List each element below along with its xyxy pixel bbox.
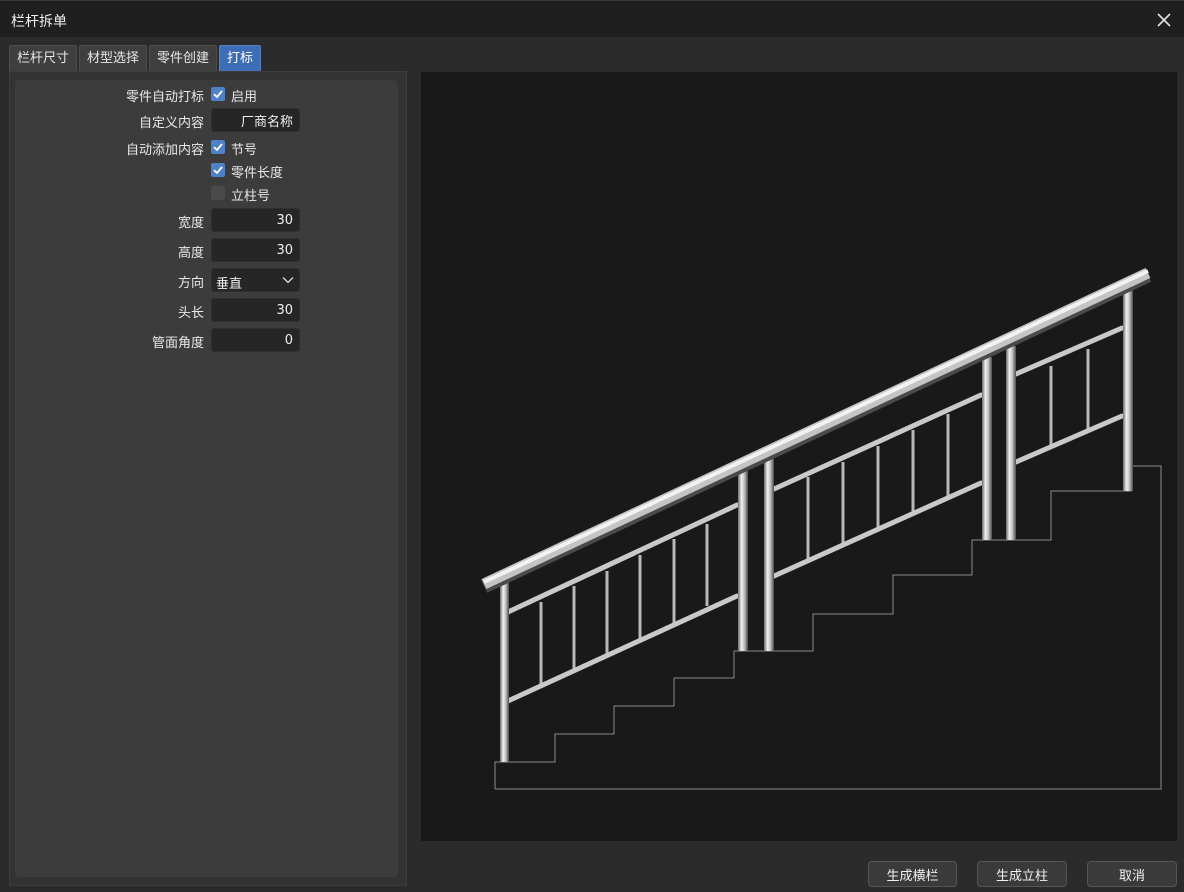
window-title: 栏杆拆单 [11, 14, 67, 30]
chevron-down-icon [281, 273, 295, 291]
height-input[interactable] [211, 238, 300, 262]
part-length-checkbox[interactable] [211, 163, 225, 177]
pipe-angle-input[interactable] [211, 328, 300, 352]
generate-rail-button[interactable]: 生成横栏 [868, 861, 957, 887]
handrail [480, 268, 1152, 593]
settings-panel [15, 80, 398, 877]
auto-mark-option-label[interactable]: 启用 [231, 86, 257, 105]
generate-post-button[interactable]: 生成立柱 [977, 861, 1067, 887]
custom-content-input[interactable] [211, 108, 300, 132]
post-number-checkbox[interactable] [211, 186, 225, 200]
tab-part-create[interactable]: 零件创建 [149, 45, 217, 71]
section-number-checkbox[interactable] [211, 140, 225, 154]
check-icon [213, 90, 223, 99]
custom-content-label: 自定义内容 [138, 116, 204, 131]
section-number-label[interactable]: 节号 [231, 139, 257, 158]
check-icon [213, 143, 223, 152]
tab-marking[interactable]: 打标 [219, 45, 261, 71]
check-icon [213, 166, 223, 175]
direction-value: 垂直 [216, 277, 243, 292]
post-number-label[interactable]: 立柱号 [231, 185, 270, 204]
auto-mark-label: 零件自动打标 [125, 90, 204, 105]
direction-label: 方向 [177, 276, 204, 291]
railing-drawing [480, 268, 1162, 790]
close-icon[interactable] [1152, 8, 1176, 32]
stair-outline [494, 465, 1162, 790]
auto-add-label: 自动添加内容 [125, 143, 204, 158]
pipe-angle-label: 管面角度 [151, 336, 204, 351]
direction-select[interactable]: 垂直 [211, 268, 300, 292]
title-bar: 栏杆拆单 [0, 0, 1184, 37]
width-input[interactable] [211, 208, 300, 232]
cancel-button[interactable]: 取消 [1087, 861, 1177, 887]
tab-railing-size[interactable]: 栏杆尺寸 [9, 45, 77, 71]
width-label: 宽度 [177, 216, 204, 231]
head-length-input[interactable] [211, 298, 300, 322]
part-length-label[interactable]: 零件长度 [231, 162, 283, 181]
tab-material-select[interactable]: 材型选择 [79, 45, 147, 71]
intermediate-rails [505, 325, 1125, 704]
auto-mark-checkbox[interactable] [211, 87, 225, 101]
head-length-label: 头长 [177, 306, 204, 321]
height-label: 高度 [177, 246, 204, 261]
railing-preview[interactable] [421, 72, 1177, 841]
